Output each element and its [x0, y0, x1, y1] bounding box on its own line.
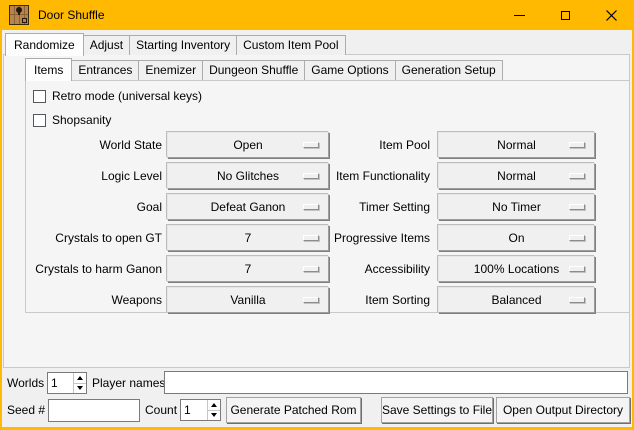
logic-level-label: Logic Level [26, 163, 162, 189]
progressive-items-dropdown[interactable]: On [438, 225, 595, 251]
app-window: Door Shuffle Randomize Adjust Starting I… [0, 0, 634, 430]
tab-adjust[interactable]: Adjust [83, 35, 130, 55]
minimize-button[interactable] [496, 0, 542, 30]
dropdown-value: Normal [497, 164, 536, 188]
count-label: Count [145, 398, 177, 423]
window-title: Door Shuffle [38, 8, 105, 22]
subtab-enemizer[interactable]: Enemizer [138, 60, 203, 80]
dropdown-value: Open [233, 133, 262, 157]
tab-starting-inventory[interactable]: Starting Inventory [129, 35, 237, 55]
dropdown-value: On [508, 226, 524, 250]
dropdown-indicator-icon [569, 266, 585, 272]
checkbox-box[interactable] [33, 114, 46, 127]
dropdown-value: 100% Locations [474, 257, 559, 281]
player-names-label: Player names [92, 371, 165, 395]
count-spinner[interactable] [180, 399, 221, 421]
dropdown-indicator-icon [569, 297, 585, 303]
item-pool-label: Item Pool [266, 132, 430, 158]
minimize-icon [514, 15, 525, 16]
door-icon [9, 5, 29, 25]
randomize-pane: Items Entrances Enemizer Dungeon Shuffle… [3, 54, 630, 368]
count-input[interactable] [181, 400, 207, 420]
player-names-input[interactable] [164, 371, 628, 394]
close-icon [606, 10, 617, 21]
item-functionality-dropdown[interactable]: Normal [438, 163, 595, 189]
subtab-items[interactable]: Items [25, 58, 72, 81]
maximize-icon [561, 11, 570, 20]
item-sorting-label: Item Sorting [266, 287, 430, 313]
item-functionality-label: Item Functionality [266, 163, 430, 189]
retro-mode-checkbox[interactable]: Retro mode (universal keys) [33, 89, 202, 103]
accessibility-dropdown[interactable]: 100% Locations [438, 256, 595, 282]
open-output-directory-button[interactable]: Open Output Directory [496, 397, 630, 423]
seed-label: Seed # [7, 398, 45, 423]
up-arrow-icon[interactable] [208, 400, 220, 410]
dropdown-value: 7 [245, 257, 252, 281]
maximize-button[interactable] [542, 0, 588, 30]
generate-patched-rom-button[interactable]: Generate Patched Rom [226, 397, 361, 423]
dropdown-indicator-icon [569, 204, 585, 210]
weapons-label: Weapons [26, 287, 162, 313]
up-arrow-icon[interactable] [74, 373, 86, 383]
dropdown-indicator-icon [569, 173, 585, 179]
dropdown-value: 7 [245, 226, 252, 250]
goal-label: Goal [26, 194, 162, 220]
world-state-label: World State [26, 132, 162, 158]
sub-tabbar: Items Entrances Enemizer Dungeon Shuffle… [25, 57, 502, 80]
worlds-spinner[interactable] [47, 372, 87, 394]
dropdown-indicator-icon [569, 142, 585, 148]
down-arrow-icon[interactable] [74, 383, 86, 394]
dropdown-value: Balanced [491, 288, 541, 312]
timer-setting-dropdown[interactable]: No Timer [438, 194, 595, 220]
tab-custom-item-pool[interactable]: Custom Item Pool [236, 35, 345, 55]
worlds-input[interactable] [48, 373, 73, 393]
subtab-entrances[interactable]: Entrances [71, 60, 139, 80]
timer-setting-label: Timer Setting [266, 194, 430, 220]
checkbox-box[interactable] [33, 90, 46, 103]
item-sorting-dropdown[interactable]: Balanced [438, 287, 595, 313]
item-pool-dropdown[interactable]: Normal [438, 132, 595, 158]
subtab-dungeon-shuffle[interactable]: Dungeon Shuffle [202, 60, 305, 80]
window-body: Randomize Adjust Starting Inventory Cust… [2, 30, 632, 427]
tab-randomize[interactable]: Randomize [5, 33, 84, 56]
seed-input[interactable] [48, 399, 140, 422]
dropdown-value: Vanilla [230, 288, 265, 312]
worlds-label: Worlds [7, 371, 44, 395]
progressive-items-label: Progressive Items [266, 225, 430, 251]
dropdown-value: No Timer [492, 195, 541, 219]
dropdown-indicator-icon [569, 235, 585, 241]
close-button[interactable] [588, 0, 634, 30]
crystals-ganon-label: Crystals to harm Ganon [26, 256, 162, 282]
crystals-gt-label: Crystals to open GT [26, 225, 162, 251]
down-arrow-icon[interactable] [208, 410, 220, 421]
titlebar[interactable]: Door Shuffle [0, 0, 634, 30]
checkbox-label: Retro mode (universal keys) [52, 89, 202, 103]
dropdown-value: Normal [497, 133, 536, 157]
subtab-generation-setup[interactable]: Generation Setup [395, 60, 503, 80]
save-settings-button[interactable]: Save Settings to File [381, 397, 493, 423]
checkbox-label: Shopsanity [52, 113, 111, 127]
accessibility-label: Accessibility [266, 256, 430, 282]
main-tabbar: Randomize Adjust Starting Inventory Cust… [5, 32, 345, 55]
subtab-game-options[interactable]: Game Options [304, 60, 395, 80]
items-pane: Retro mode (universal keys) Shopsanity W… [25, 80, 630, 313]
shopsanity-checkbox[interactable]: Shopsanity [33, 113, 111, 127]
